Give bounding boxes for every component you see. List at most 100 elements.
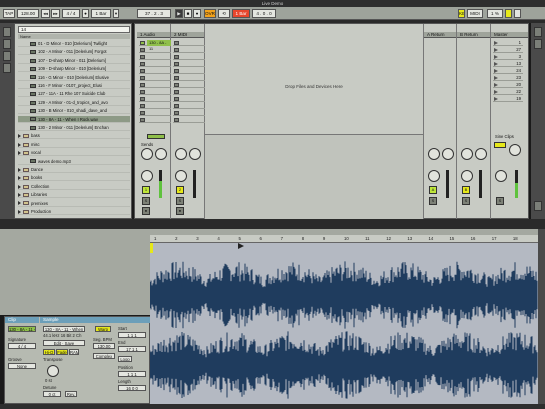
solo-button[interactable]: S bbox=[462, 197, 470, 205]
stop-square-icon[interactable] bbox=[174, 104, 179, 108]
stop-square-icon[interactable] bbox=[174, 76, 179, 80]
sample-waveform[interactable] bbox=[150, 235, 538, 407]
stop-square-icon[interactable] bbox=[140, 97, 145, 101]
solo-button[interactable]: S bbox=[176, 197, 184, 205]
clip-slot[interactable] bbox=[173, 117, 205, 123]
browser-tab-2[interactable] bbox=[3, 39, 11, 49]
view-tab-1[interactable] bbox=[534, 27, 542, 37]
track-title[interactable]: A Return bbox=[424, 32, 456, 38]
stop-square-icon[interactable] bbox=[174, 97, 179, 101]
return-activator[interactable]: A bbox=[429, 186, 437, 194]
scene-launch[interactable]: 23 bbox=[493, 75, 523, 81]
scene-launch[interactable]: 22 bbox=[493, 89, 523, 95]
scene-play-icon[interactable] bbox=[494, 69, 498, 73]
folder-item[interactable]: books bbox=[18, 174, 130, 182]
arm-button[interactable]: ● bbox=[142, 207, 150, 215]
browser-tab-1[interactable] bbox=[3, 27, 11, 37]
drop-area[interactable]: Drop Files and Devices Here bbox=[205, 38, 423, 134]
clip-slot[interactable] bbox=[139, 82, 171, 88]
loop-length-field[interactable]: 4 . 0 . 0 bbox=[252, 9, 276, 18]
stop-square-icon[interactable] bbox=[174, 118, 179, 122]
end-field[interactable]: 17 1 1 bbox=[118, 346, 146, 352]
scene-launch[interactable]: 19 bbox=[493, 96, 523, 102]
scene-play-icon[interactable] bbox=[494, 90, 498, 94]
waveform-scrollbar[interactable] bbox=[538, 229, 545, 409]
position-field[interactable]: 37 . 2 . 3 bbox=[137, 9, 171, 18]
view-tab-3[interactable] bbox=[534, 201, 542, 211]
track-title[interactable]: 1 Audio bbox=[137, 32, 170, 38]
playhead-icon[interactable] bbox=[238, 243, 244, 251]
expand-arrow-icon[interactable] bbox=[18, 209, 21, 214]
start-field[interactable]: 1 1 1 bbox=[118, 332, 146, 338]
pan-knob[interactable] bbox=[428, 170, 440, 182]
stop-square-icon[interactable] bbox=[174, 48, 179, 52]
send-b-knob[interactable] bbox=[475, 148, 487, 160]
clip-slot[interactable] bbox=[139, 96, 171, 102]
file-item[interactable]: 130 - 8A - 11 - When I Rock.wav bbox=[18, 115, 130, 123]
track-title[interactable]: Master bbox=[491, 32, 528, 38]
send-a-knob[interactable] bbox=[428, 148, 440, 160]
clip-slot[interactable] bbox=[173, 47, 205, 53]
send-a-knob[interactable] bbox=[461, 148, 473, 160]
follow-button[interactable]: ▾ bbox=[113, 9, 119, 18]
folder-item[interactable]: misc bbox=[18, 141, 130, 148]
browser-tab-3[interactable] bbox=[3, 51, 11, 61]
sample-name-field[interactable]: 130 - 8A - 11 - When bbox=[43, 326, 85, 332]
arm-button[interactable]: ● bbox=[176, 207, 184, 215]
clip-slot[interactable] bbox=[139, 54, 171, 60]
expand-arrow-icon[interactable] bbox=[18, 176, 21, 181]
start-marker[interactable] bbox=[150, 243, 153, 253]
expand-arrow-icon[interactable] bbox=[18, 184, 21, 189]
clip-slot[interactable] bbox=[173, 89, 205, 95]
play-icon[interactable] bbox=[140, 41, 145, 45]
send-b-knob[interactable] bbox=[189, 148, 201, 160]
folder-item[interactable]: Production bbox=[18, 208, 130, 215]
scene-play-icon[interactable] bbox=[494, 48, 498, 52]
clip-tab[interactable]: Clip bbox=[5, 317, 39, 323]
track-title[interactable]: 2 MIDI bbox=[171, 32, 204, 38]
clip-slot[interactable] bbox=[139, 68, 171, 74]
clip-slot[interactable] bbox=[139, 61, 171, 67]
clip-slot[interactable] bbox=[139, 117, 171, 123]
stop-square-icon[interactable] bbox=[140, 104, 145, 108]
expand-arrow-icon[interactable] bbox=[18, 134, 21, 139]
punch-button[interactable]: 1 Bar bbox=[232, 9, 250, 18]
tempo-field[interactable]: 128.00 bbox=[17, 9, 39, 18]
stop-square-icon[interactable] bbox=[174, 41, 179, 45]
expand-arrow-icon[interactable] bbox=[18, 167, 21, 172]
stop-square-icon[interactable] bbox=[174, 55, 179, 59]
groove-select[interactable]: None bbox=[8, 363, 36, 369]
sample-tab[interactable]: Sample bbox=[40, 317, 150, 323]
file-item[interactable]: 130 - 2 Minor - 011 [Delerium] Enchan bbox=[18, 124, 130, 131]
folder-item[interactable]: Collection bbox=[18, 183, 130, 190]
return-activator[interactable]: B bbox=[462, 186, 470, 194]
clip-slot[interactable] bbox=[173, 54, 205, 60]
scene-launch[interactable]: 1 bbox=[493, 40, 523, 46]
clip-slot[interactable] bbox=[139, 103, 171, 109]
overdub-button[interactable]: OVR bbox=[204, 9, 216, 18]
clip-slot[interactable] bbox=[173, 110, 205, 116]
scene-play-icon[interactable] bbox=[494, 41, 498, 45]
edit-button[interactable]: Edit · Save bbox=[43, 340, 85, 346]
folder-item[interactable]: premixes bbox=[18, 200, 130, 207]
clip-slot[interactable] bbox=[139, 89, 171, 95]
expand-arrow-icon[interactable] bbox=[18, 193, 21, 198]
fade-button[interactable]: Fade bbox=[56, 349, 68, 355]
scene-play-icon[interactable] bbox=[494, 83, 498, 87]
stop-square-icon[interactable] bbox=[174, 83, 179, 87]
file-item[interactable]: 129 - A Minor - 01-d_tropics_and_avo bbox=[18, 99, 130, 106]
stop-square-icon[interactable] bbox=[140, 76, 145, 80]
scene-launch[interactable]: 3 bbox=[493, 54, 523, 60]
scene-play-icon[interactable] bbox=[494, 76, 498, 80]
stop-square-icon[interactable] bbox=[140, 111, 145, 115]
pan-knob[interactable] bbox=[495, 170, 507, 182]
stop-square-icon[interactable] bbox=[174, 90, 179, 94]
stop-clips-button[interactable] bbox=[147, 134, 165, 139]
warp-mode-select[interactable]: Complex bbox=[93, 353, 115, 359]
clip-slot[interactable] bbox=[139, 110, 171, 116]
stop-square-icon[interactable] bbox=[140, 118, 145, 122]
expand-arrow-icon[interactable] bbox=[18, 201, 21, 206]
reverse-button[interactable]: Rev. bbox=[65, 391, 77, 397]
stop-icon[interactable]: ■ bbox=[184, 9, 192, 18]
stop-square-icon[interactable] bbox=[174, 111, 179, 115]
